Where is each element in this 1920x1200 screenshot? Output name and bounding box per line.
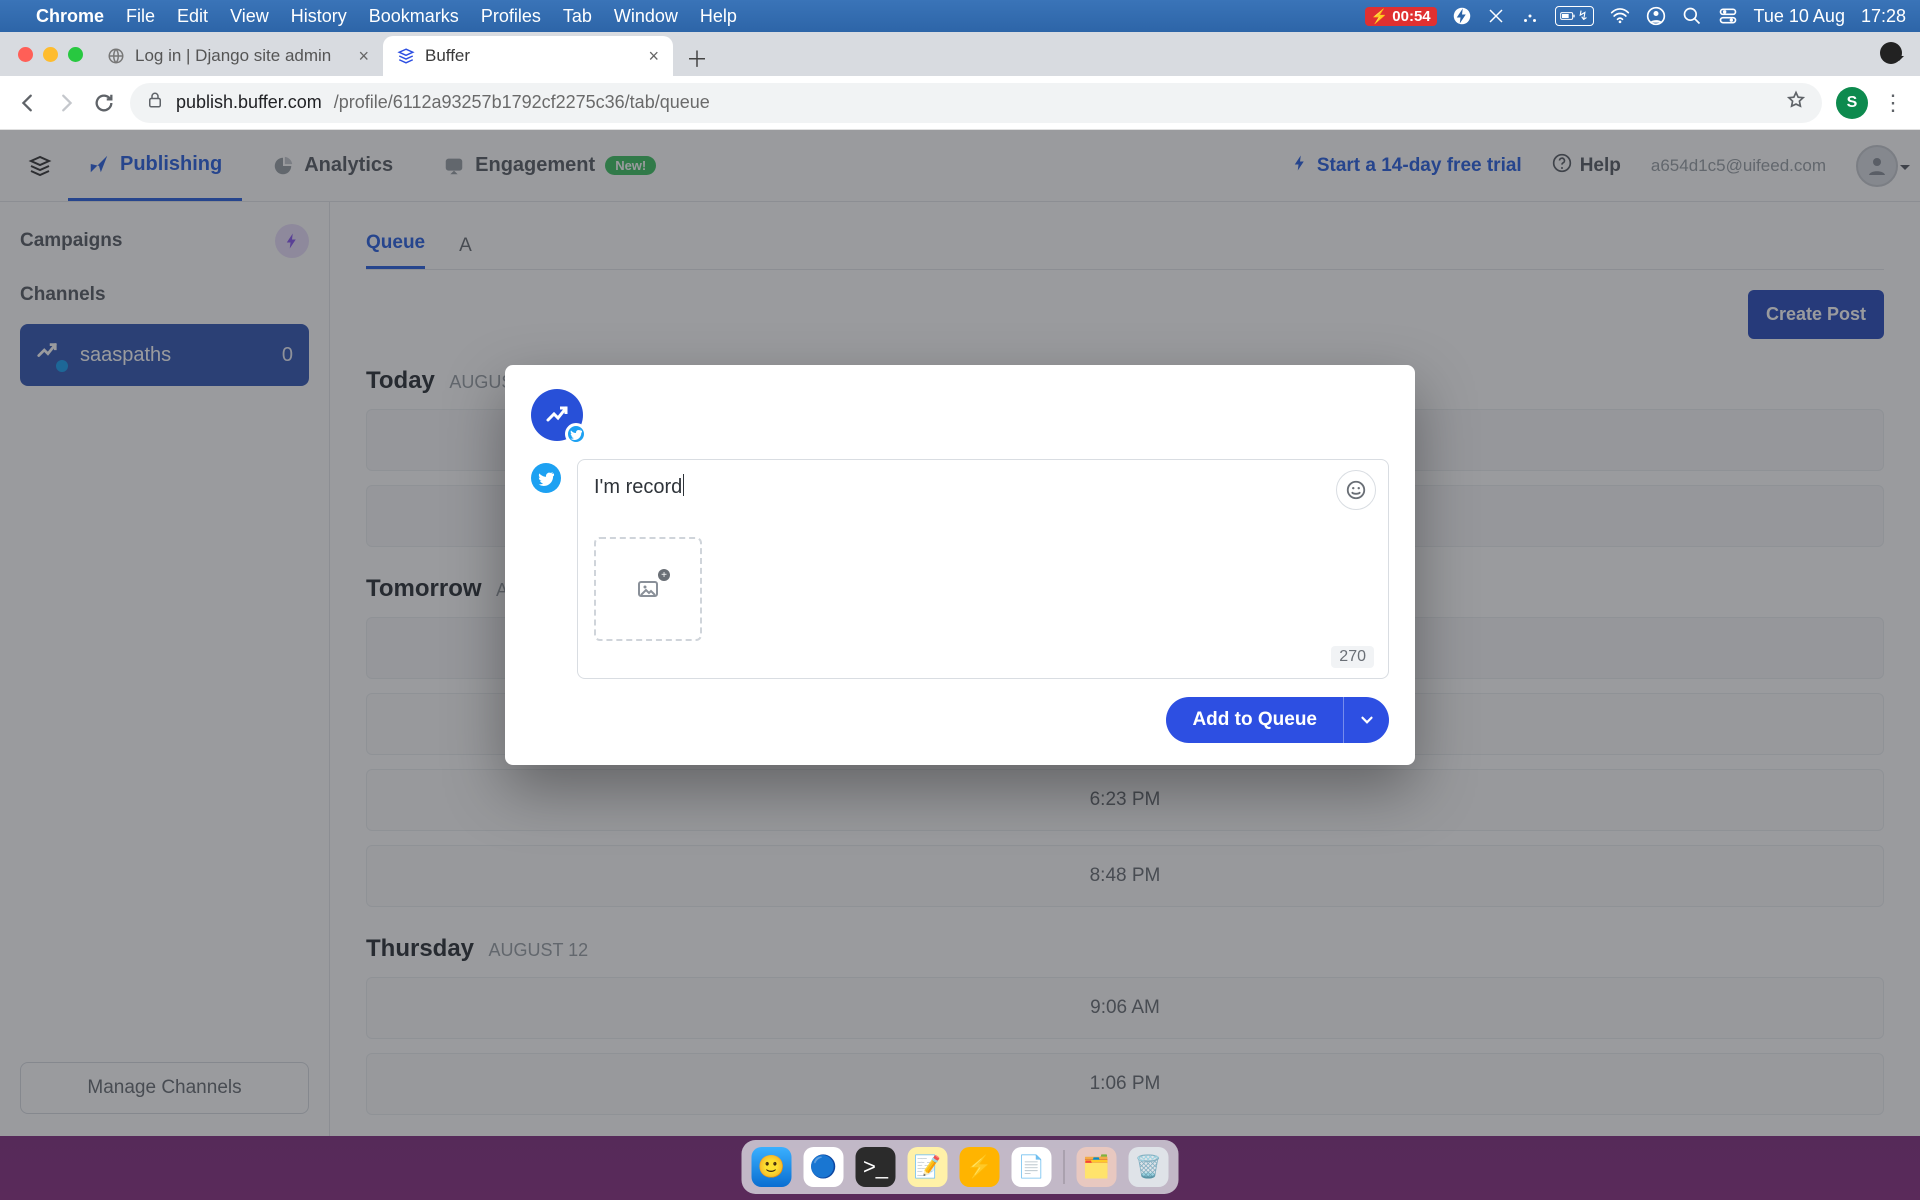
menu-window[interactable]: Window [614,6,678,27]
page: Publishing Analytics Engagement New! Sta… [0,130,1920,1136]
menubar-app[interactable]: Chrome [36,6,104,27]
battery-icon[interactable]: ↯ [1555,6,1594,26]
buffer-favicon-icon [397,47,415,65]
tabstrip-account-icon[interactable] [1880,42,1902,64]
minimize-window-button[interactable] [43,47,58,62]
menu-bookmarks[interactable]: Bookmarks [369,6,459,27]
menu-file[interactable]: File [126,6,155,27]
dock-finder[interactable]: 🙂 [752,1147,792,1187]
profile-initial: S [1847,94,1858,112]
compose-textarea[interactable]: I'm record + 270 [577,459,1389,679]
dock-trash[interactable]: 🗑️ [1129,1147,1169,1187]
image-icon [636,577,660,601]
wifi-icon[interactable] [1610,6,1630,26]
browser-tab-django[interactable]: Log in | Django site admin × [93,36,383,76]
network-twitter-icon[interactable] [531,463,561,493]
menu-history[interactable]: History [291,6,347,27]
browser-tab-buffer[interactable]: Buffer × [383,36,673,76]
browser-window: Log in | Django site admin × Buffer × ＋ … [0,32,1920,1136]
dots-icon[interactable] [1521,7,1539,25]
address-bar[interactable]: publish.buffer.com/profile/6112a93257b17… [130,83,1822,123]
menu-edit[interactable]: Edit [177,6,208,27]
close-tab-icon[interactable]: × [648,46,659,67]
new-tab-button[interactable]: ＋ [679,40,715,76]
menu-tab[interactable]: Tab [563,6,592,27]
menubar-time[interactable]: 17:28 [1861,6,1906,27]
selected-account-avatar[interactable] [531,389,583,441]
tools-icon[interactable] [1487,7,1505,25]
reload-button[interactable] [92,91,116,115]
text-caret [683,474,684,496]
macos-menubar: Chrome File Edit View History Bookmarks … [0,0,1920,32]
menu-view[interactable]: View [230,6,269,27]
user-icon[interactable] [1646,6,1666,26]
toolbar: publish.buffer.com/profile/6112a93257b17… [0,76,1920,130]
tab-title: Buffer [425,46,470,66]
macos-dock: 🙂 🔵 >_ 📝 ⚡ 📄 🗂️ 🗑️ [742,1140,1179,1194]
bookmark-star-icon[interactable] [1786,90,1806,115]
twitter-badge-icon [565,423,587,445]
forward-button[interactable] [54,91,78,115]
spotlight-icon[interactable] [1682,6,1702,26]
dock-app[interactable]: 🗂️ [1077,1147,1117,1187]
media-upload-dropzone[interactable]: + [594,537,702,641]
composer-modal: I'm record + 270 Add to Queue [505,365,1415,765]
dock-terminal[interactable]: >_ [856,1147,896,1187]
close-window-button[interactable] [18,47,33,62]
tab-title: Log in | Django site admin [135,46,331,66]
chrome-menu-button[interactable]: ⋮ [1882,90,1904,116]
menu-profiles[interactable]: Profiles [481,6,541,27]
emoji-picker-button[interactable] [1336,470,1376,510]
lock-icon [146,91,164,114]
back-button[interactable] [16,91,40,115]
add-to-queue-button[interactable]: Add to Queue [1166,697,1343,743]
tab-strip: Log in | Django site admin × Buffer × ＋ [0,32,1920,76]
profile-button[interactable]: S [1836,87,1868,119]
menubar-date[interactable]: Tue 10 Aug [1754,6,1845,27]
dock-chrome[interactable]: 🔵 [804,1147,844,1187]
control-center-icon[interactable] [1718,6,1738,26]
bolt-icon[interactable] [1453,7,1471,25]
add-to-queue-dropdown[interactable] [1343,697,1389,743]
dock-bolt[interactable]: ⚡ [960,1147,1000,1187]
dock-separator [1064,1150,1065,1184]
dock-textedit[interactable]: 📄 [1012,1147,1052,1187]
menu-help[interactable]: Help [700,6,737,27]
recording-timer[interactable]: 00:54 [1365,7,1437,26]
plus-icon: + [658,569,670,581]
url-path: /profile/6112a93257b1792cf2275c36/tab/qu… [334,92,710,113]
window-controls [12,32,93,76]
char-counter: 270 [1331,646,1374,668]
url-host: publish.buffer.com [176,92,322,113]
globe-icon [107,47,125,65]
compose-text: I'm record [594,476,682,498]
add-to-queue-split-button: Add to Queue [1166,697,1389,743]
close-tab-icon[interactable]: × [358,46,369,67]
fullscreen-window-button[interactable] [68,47,83,62]
dock-notes[interactable]: 📝 [908,1147,948,1187]
